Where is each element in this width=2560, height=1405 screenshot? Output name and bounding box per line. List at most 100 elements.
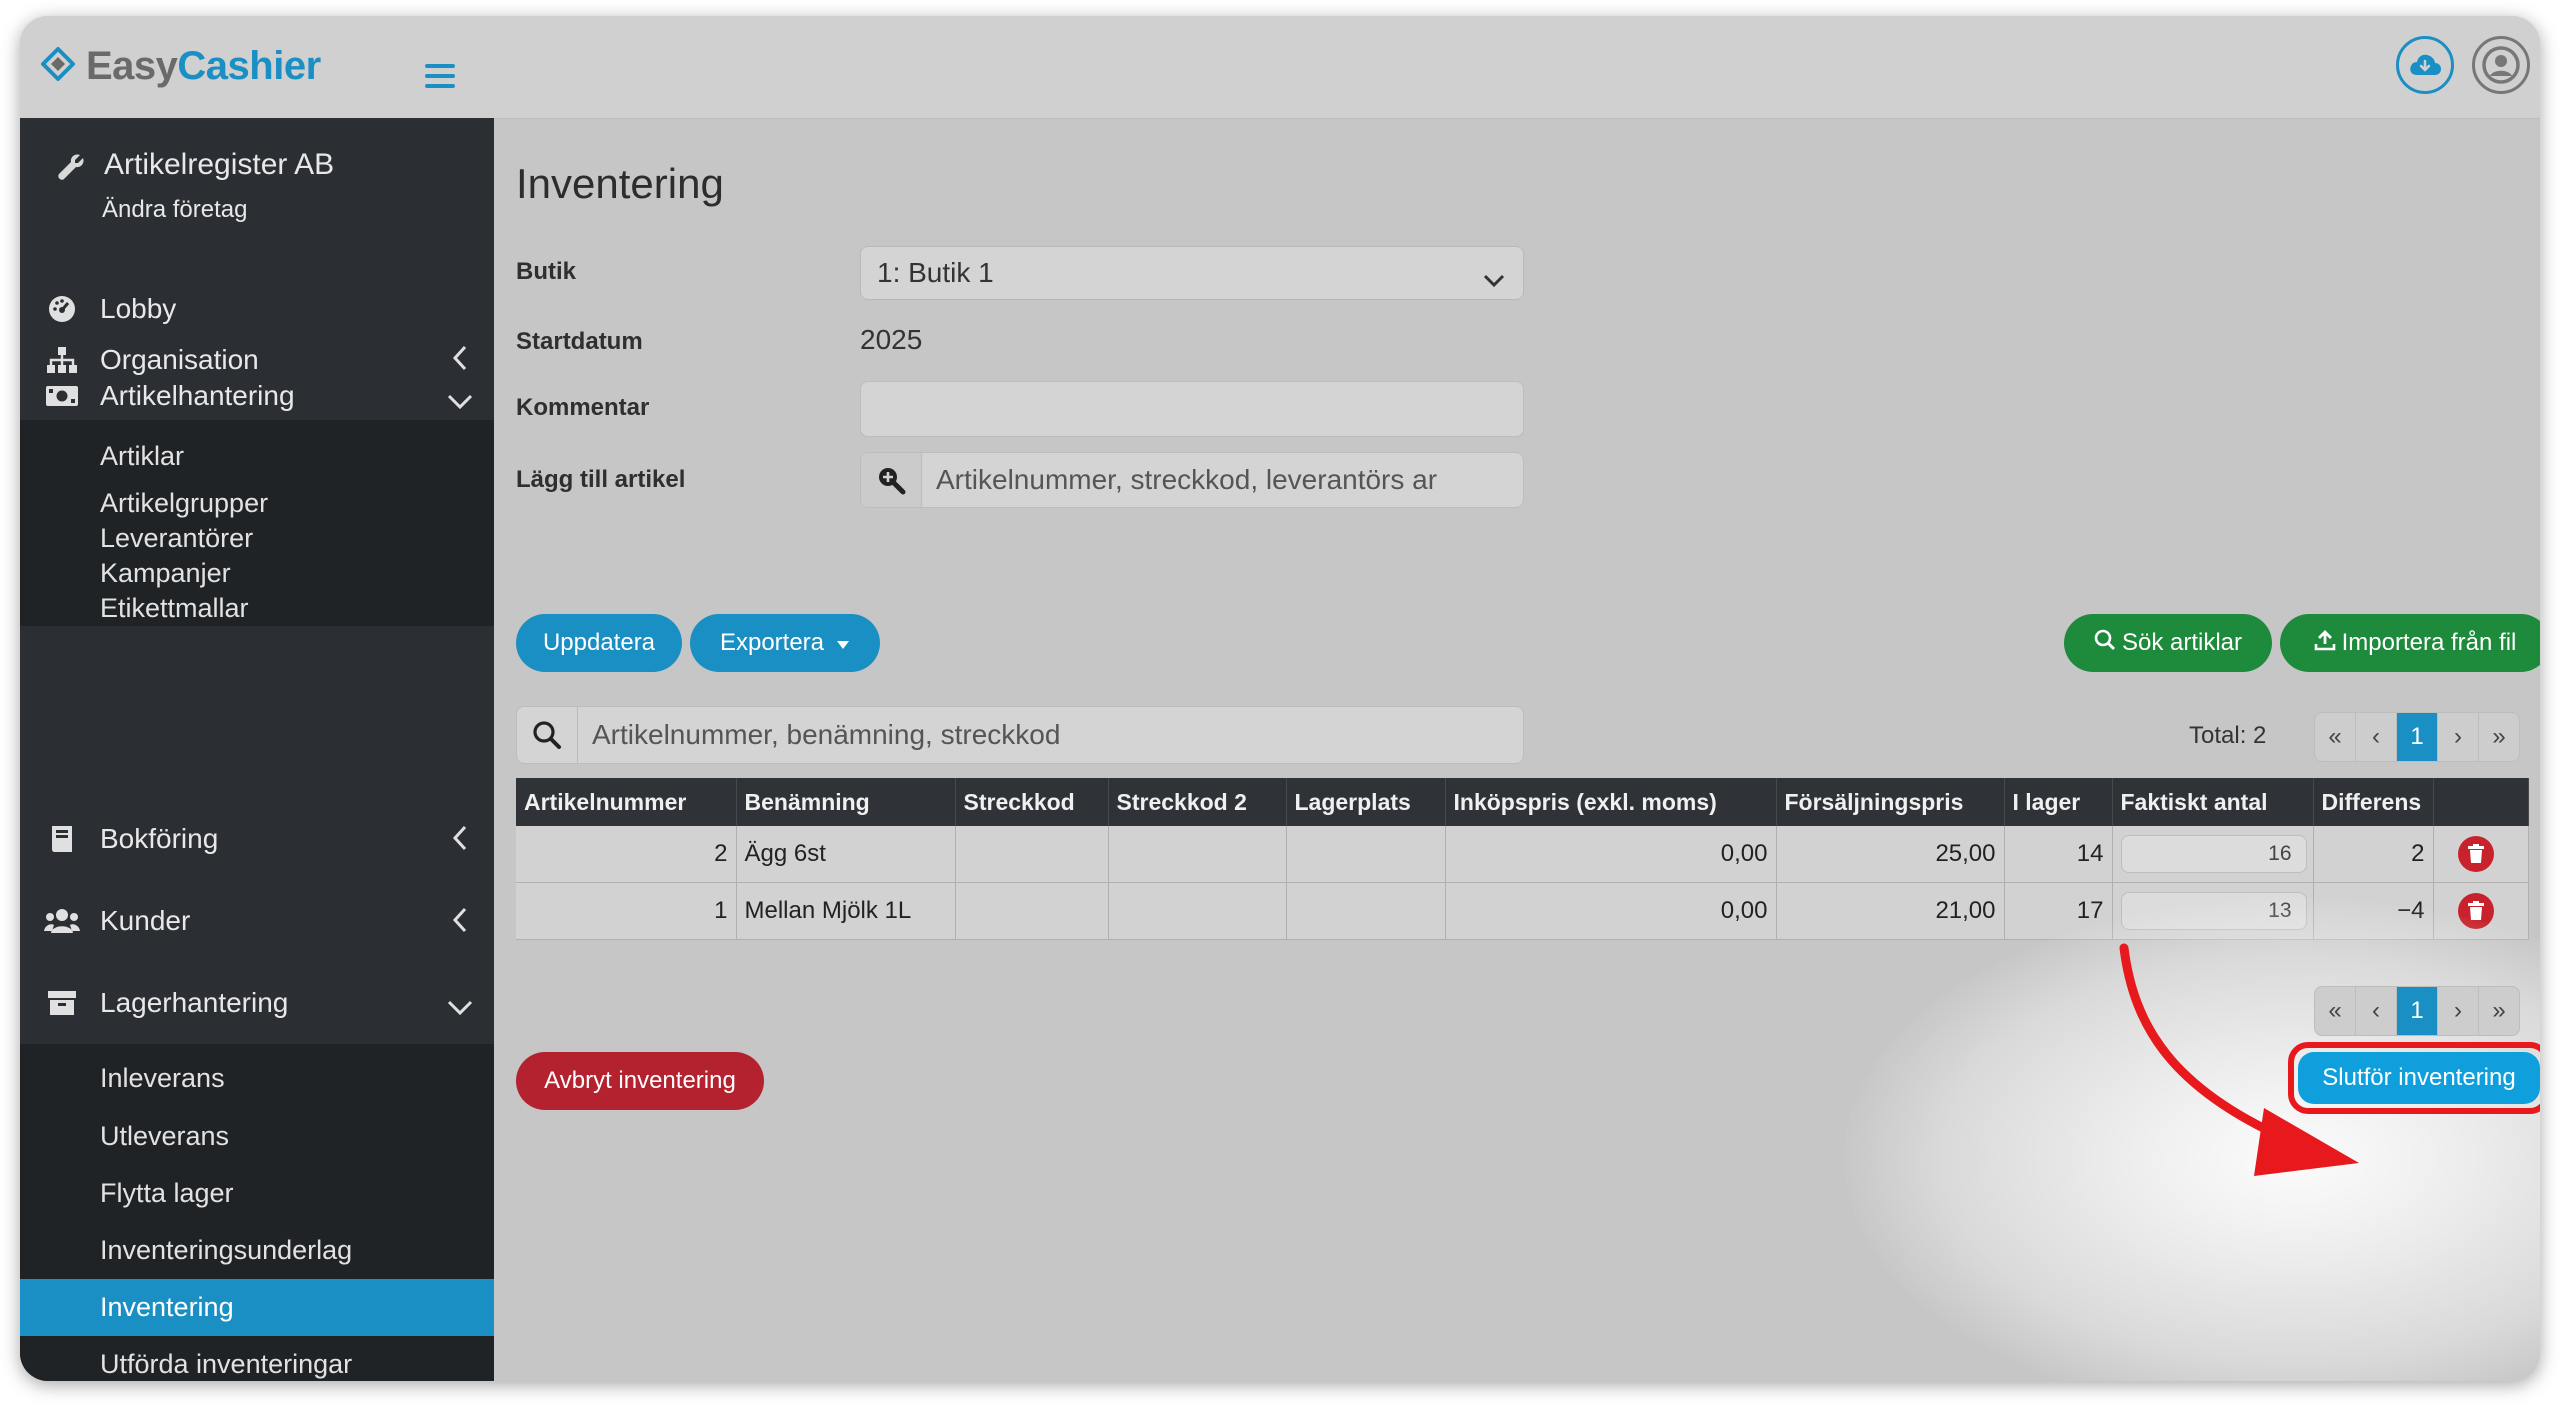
sidebar-subitem-inventering[interactable]: Inventering [20,1279,494,1336]
cell-i-lager: 14 [2004,826,2113,883]
cell-lagerplats [1286,826,1446,883]
brand-name-part1: Easy [86,43,178,88]
cell-i-lager: 17 [2004,882,2113,940]
wrench-icon [54,150,88,189]
sok-artiklar-button[interactable]: Sök artiklar [2064,614,2272,672]
kommentar-field[interactable] [860,381,1524,437]
sidebar-item-kunder[interactable]: Kunder [20,880,494,962]
sidebar-item-label: Kunder [100,905,191,936]
cell-benamning: Mellan Mjölk 1L [736,882,956,940]
brand-name: EasyCashier [86,44,321,89]
cell-differens: 2 [2313,826,2434,883]
column-header[interactable]: Försäljningspris [1776,778,2005,826]
column-header[interactable]: Differens [2313,778,2434,826]
cell-actions [2433,826,2529,883]
sidebar-item-artikelhantering[interactable]: Artikelhantering [20,364,494,428]
logo-icon [40,46,76,87]
app-window: EasyCashier Artikelregister AB Ändra för… [20,16,2540,1381]
cell-lagerplats [1286,882,1446,940]
trash-icon[interactable] [2457,836,2494,872]
cell-streckkod2 [1108,826,1287,883]
lagerhantering-submenu: Inleverans Utleverans Flytta lager Inven… [20,1044,494,1381]
cell-streckkod2 [1108,882,1287,940]
zoom-in-icon[interactable] [861,453,922,507]
butik-select-value: 1: Butik 1 [877,257,994,288]
sidebar-subitem-kampanjer[interactable]: Kampanjer [20,556,494,591]
table-search-placeholder: Artikelnummer, benämning, streckkod [592,719,1061,750]
column-header-actions [2433,778,2529,826]
pagination-top: « ‹ 1 › » [2314,712,2520,762]
column-header[interactable]: I lager [2004,778,2113,826]
total-count: Total: 2 [2189,722,2267,749]
actual-quantity-input[interactable]: 13 [2120,892,2307,930]
sidebar-item-bokforing[interactable]: Bokföring [20,798,494,880]
sidebar-subitem-flytta-lager[interactable]: Flytta lager [20,1165,494,1222]
add-article-label: Lägg till artikel [516,466,686,493]
exportera-label: Exportera [719,629,825,656]
avbryt-inventering-button[interactable]: Avbryt inventering [516,1052,764,1110]
cell-actions [2433,882,2529,940]
change-company-link[interactable]: Ändra företag [102,196,247,224]
page-number-button[interactable]: 1 [2397,713,2438,761]
chevron-down-icon [1483,263,1505,295]
column-header[interactable]: Inköpspris (exkl. moms) [1445,778,1777,826]
next-page-icon[interactable]: › [2438,713,2479,761]
caret-down-icon [836,629,850,657]
upload-icon [2314,629,2336,658]
company-name: Artikelregister AB [104,148,335,181]
last-page-icon[interactable]: » [2479,713,2519,761]
column-header[interactable]: Benämning [736,778,956,826]
butik-label: Butik [516,258,576,285]
top-bar: EasyCashier [20,16,2540,119]
sidebar-subitem-inleverans[interactable]: Inleverans [20,1044,494,1108]
add-article-field[interactable]: Artikelnummer, streckkod, leverantörs ar [860,452,1524,508]
column-header[interactable]: Artikelnummer [516,778,737,826]
column-header[interactable]: Lagerplats [1286,778,1446,826]
startdatum-label: Startdatum [516,328,643,355]
sidebar-subitem-inventeringsunderlag[interactable]: Inventeringsunderlag [20,1222,494,1279]
chevron-down-icon [446,992,474,1024]
book-icon [44,821,80,857]
sok-artiklar-label: Sök artiklar [2121,629,2243,656]
sidebar-subitem-utleverans[interactable]: Utleverans [20,1108,494,1165]
logo[interactable]: EasyCashier [40,36,321,96]
column-header[interactable]: Faktiskt antal [2112,778,2314,826]
page-title: Inventering [516,160,724,207]
prev-page-icon[interactable]: ‹ [2356,713,2397,761]
users-icon [44,903,80,939]
cell-streckkod [955,826,1109,883]
menu-icon[interactable] [425,64,455,94]
cell-artikelnummer: 1 [516,882,737,940]
startdatum-value: 2025 [860,324,923,355]
chevron-left-icon [452,906,468,941]
main-content: Inventering Butik 1: Butik 1 Startdatum … [494,118,2540,1381]
user-account-icon[interactable] [2472,36,2530,94]
sidebar-item-lagerhantering[interactable]: Lagerhantering [20,962,494,1044]
chevron-left-icon [452,824,468,859]
sidebar-subitem-utforda-inventeringar[interactable]: Utförda inventeringar [20,1336,494,1381]
column-header[interactable]: Streckkod [955,778,1109,826]
sidebar-subitem-artikelgrupper[interactable]: Artikelgrupper [20,486,494,521]
sidebar-subitem-artiklar[interactable]: Artiklar [20,420,494,486]
kommentar-label: Kommentar [516,394,650,421]
importera-button[interactable]: Importera från fil [2280,614,2540,672]
cell-faktiskt-antal: 13 [2112,882,2314,940]
column-header[interactable]: Streckkod 2 [1108,778,1287,826]
cell-differens: −4 [2313,882,2434,940]
actual-quantity-input[interactable]: 16 [2120,835,2307,873]
table-row: 2 Ägg 6st 0,00 25,00 14 16 2 [516,826,2529,883]
butik-select[interactable]: 1: Butik 1 [860,246,1524,300]
slutfor-inventering-button[interactable]: Slutför inventering [2298,1052,2540,1104]
first-page-icon[interactable]: « [2315,713,2356,761]
sidebar-item-label: Artikelhantering [100,380,295,411]
uppdatera-button[interactable]: Uppdatera [516,614,682,672]
trash-icon[interactable] [2457,893,2494,929]
table-row: 1 Mellan Mjölk 1L 0,00 21,00 17 13 −4 [516,882,2529,940]
sidebar-subitem-etikettmallar[interactable]: Etikettmallar [20,591,494,626]
add-article-placeholder: Artikelnummer, streckkod, leverantörs ar [936,464,1438,495]
sidebar-subitem-leverantorer[interactable]: Leverantörer [20,521,494,556]
table-search-input[interactable]: Artikelnummer, benämning, streckkod [516,706,1524,764]
cloud-download-icon[interactable] [2396,36,2454,94]
exportera-button[interactable]: Exportera [690,614,880,672]
cell-inkopspris: 0,00 [1445,882,1777,940]
